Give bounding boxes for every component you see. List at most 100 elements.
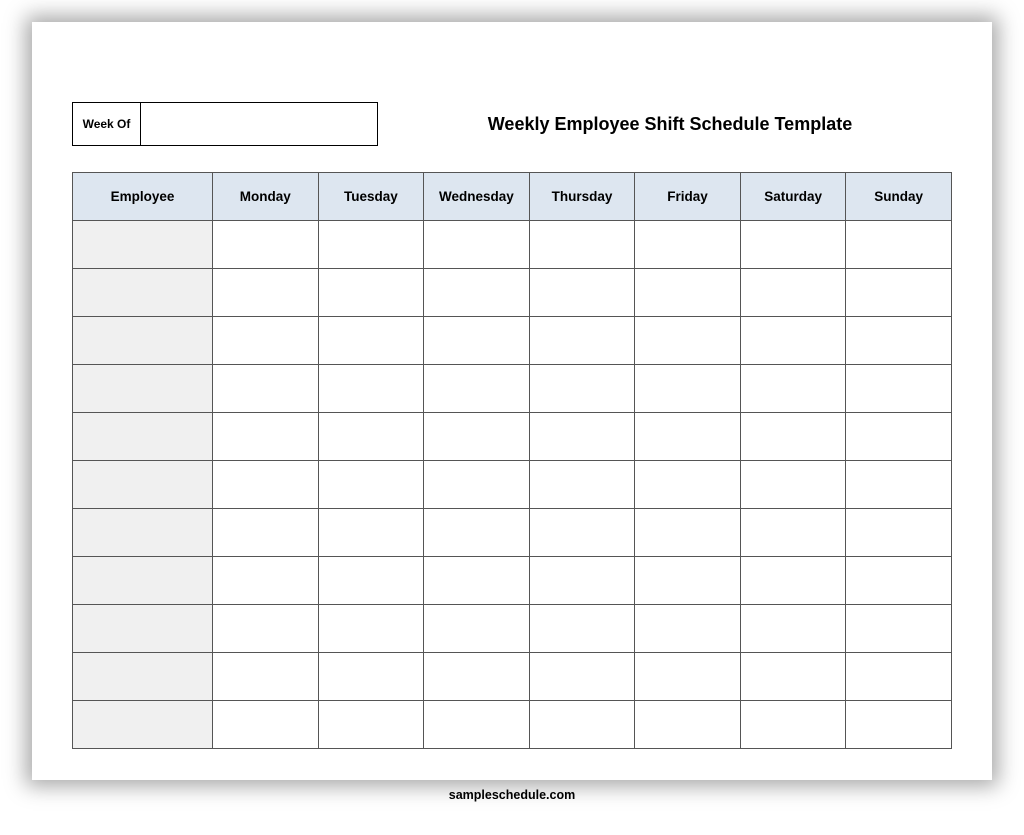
shift-cell[interactable] — [740, 557, 846, 605]
shift-cell[interactable] — [529, 269, 635, 317]
employee-cell[interactable] — [73, 509, 213, 557]
shift-cell[interactable] — [318, 605, 424, 653]
shift-cell[interactable] — [318, 221, 424, 269]
shift-cell[interactable] — [740, 653, 846, 701]
week-of-box: Week Of — [72, 102, 378, 146]
shift-cell[interactable] — [846, 365, 952, 413]
shift-cell[interactable] — [740, 701, 846, 749]
shift-cell[interactable] — [635, 557, 741, 605]
shift-cell[interactable] — [424, 701, 530, 749]
shift-cell[interactable] — [529, 461, 635, 509]
week-of-input[interactable] — [141, 103, 377, 145]
shift-cell[interactable] — [213, 701, 319, 749]
shift-cell[interactable] — [635, 317, 741, 365]
shift-cell[interactable] — [740, 413, 846, 461]
shift-cell[interactable] — [740, 461, 846, 509]
shift-cell[interactable] — [846, 653, 952, 701]
col-monday: Monday — [213, 173, 319, 221]
shift-cell[interactable] — [318, 509, 424, 557]
shift-cell[interactable] — [635, 365, 741, 413]
shift-cell[interactable] — [740, 221, 846, 269]
week-of-label: Week Of — [73, 103, 141, 145]
shift-cell[interactable] — [740, 317, 846, 365]
shift-cell[interactable] — [529, 653, 635, 701]
shift-cell[interactable] — [740, 605, 846, 653]
shift-cell[interactable] — [846, 413, 952, 461]
shift-cell[interactable] — [740, 365, 846, 413]
shift-cell[interactable] — [635, 269, 741, 317]
shift-cell[interactable] — [529, 221, 635, 269]
shift-cell[interactable] — [635, 605, 741, 653]
shift-cell[interactable] — [529, 701, 635, 749]
header-row: Week Of Weekly Employee Shift Schedule T… — [72, 102, 952, 146]
shift-cell[interactable] — [213, 605, 319, 653]
employee-cell[interactable] — [73, 317, 213, 365]
shift-cell[interactable] — [424, 509, 530, 557]
shift-cell[interactable] — [213, 557, 319, 605]
employee-cell[interactable] — [73, 557, 213, 605]
employee-cell[interactable] — [73, 605, 213, 653]
shift-cell[interactable] — [635, 509, 741, 557]
shift-cell[interactable] — [529, 509, 635, 557]
shift-cell[interactable] — [424, 653, 530, 701]
shift-cell[interactable] — [213, 317, 319, 365]
shift-cell[interactable] — [529, 365, 635, 413]
shift-cell[interactable] — [846, 221, 952, 269]
shift-cell[interactable] — [846, 557, 952, 605]
shift-cell[interactable] — [424, 365, 530, 413]
shift-cell[interactable] — [529, 605, 635, 653]
shift-cell[interactable] — [635, 461, 741, 509]
employee-cell[interactable] — [73, 461, 213, 509]
col-thursday: Thursday — [529, 173, 635, 221]
shift-cell[interactable] — [213, 653, 319, 701]
shift-cell[interactable] — [740, 509, 846, 557]
col-wednesday: Wednesday — [424, 173, 530, 221]
table-row — [73, 365, 952, 413]
shift-cell[interactable] — [213, 269, 319, 317]
shift-cell[interactable] — [318, 365, 424, 413]
employee-cell[interactable] — [73, 365, 213, 413]
shift-cell[interactable] — [424, 317, 530, 365]
table-row — [73, 557, 952, 605]
shift-cell[interactable] — [318, 413, 424, 461]
shift-cell[interactable] — [846, 701, 952, 749]
shift-cell[interactable] — [846, 605, 952, 653]
shift-cell[interactable] — [846, 461, 952, 509]
shift-cell[interactable] — [529, 317, 635, 365]
shift-cell[interactable] — [424, 461, 530, 509]
employee-cell[interactable] — [73, 221, 213, 269]
shift-cell[interactable] — [740, 269, 846, 317]
shift-cell[interactable] — [318, 461, 424, 509]
shift-cell[interactable] — [846, 509, 952, 557]
shift-cell[interactable] — [424, 557, 530, 605]
shift-cell[interactable] — [635, 413, 741, 461]
employee-cell[interactable] — [73, 413, 213, 461]
table-row — [73, 701, 952, 749]
shift-cell[interactable] — [318, 557, 424, 605]
table-row — [73, 461, 952, 509]
shift-cell[interactable] — [529, 557, 635, 605]
shift-cell[interactable] — [635, 701, 741, 749]
shift-cell[interactable] — [213, 413, 319, 461]
shift-cell[interactable] — [213, 365, 319, 413]
shift-cell[interactable] — [846, 317, 952, 365]
table-row — [73, 269, 952, 317]
shift-cell[interactable] — [318, 317, 424, 365]
shift-cell[interactable] — [213, 221, 319, 269]
shift-cell[interactable] — [424, 605, 530, 653]
shift-cell[interactable] — [846, 269, 952, 317]
shift-cell[interactable] — [318, 269, 424, 317]
employee-cell[interactable] — [73, 269, 213, 317]
shift-cell[interactable] — [424, 269, 530, 317]
shift-cell[interactable] — [529, 413, 635, 461]
shift-cell[interactable] — [424, 221, 530, 269]
shift-cell[interactable] — [213, 509, 319, 557]
employee-cell[interactable] — [73, 653, 213, 701]
shift-cell[interactable] — [424, 413, 530, 461]
shift-cell[interactable] — [318, 701, 424, 749]
shift-cell[interactable] — [635, 221, 741, 269]
shift-cell[interactable] — [213, 461, 319, 509]
shift-cell[interactable] — [318, 653, 424, 701]
employee-cell[interactable] — [73, 701, 213, 749]
shift-cell[interactable] — [635, 653, 741, 701]
